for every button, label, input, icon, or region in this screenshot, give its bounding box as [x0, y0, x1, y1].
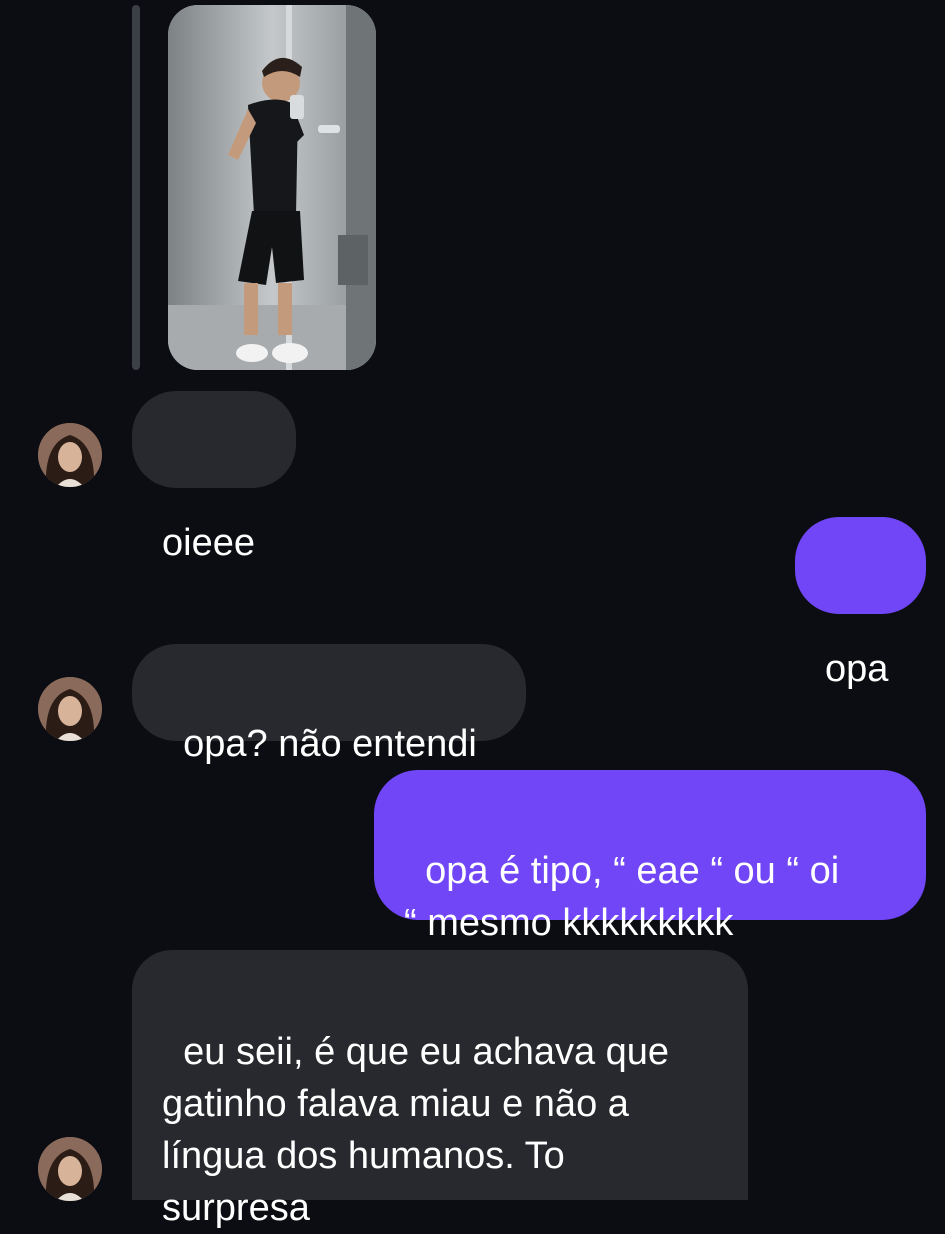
- message-bubble-incoming[interactable]: oieee: [132, 391, 296, 564]
- message-text: eu seii, é que eu achava que gatinho fal…: [162, 1031, 670, 1229]
- message-bubble-incoming[interactable]: opa? não entendi: [132, 644, 526, 765]
- avatar-photo-icon: [38, 677, 102, 741]
- avatar-photo-icon: [38, 423, 102, 487]
- message-bubble-outgoing[interactable]: opa: [795, 517, 926, 690]
- contact-avatar[interactable]: [38, 423, 102, 487]
- message-text: opa: [825, 648, 889, 690]
- story-reply-bar: [132, 5, 140, 370]
- contact-avatar[interactable]: [38, 1137, 102, 1201]
- avatar-photo-icon: [38, 1137, 102, 1201]
- message-text: oieee: [162, 522, 255, 564]
- message-bubble-outgoing[interactable]: opa é tipo, “ eae “ ou “ oi “ mesmo kkkk…: [374, 770, 926, 944]
- story-reply-photo[interactable]: [168, 5, 376, 370]
- message-bubble-incoming[interactable]: eu seii, é que eu achava que gatinho fal…: [132, 950, 748, 1229]
- message-text: opa é tipo, “ eae “ ou “ oi “ mesmo kkkk…: [404, 850, 840, 944]
- contact-avatar[interactable]: [38, 677, 102, 741]
- message-text: opa? não entendi: [183, 723, 477, 765]
- mirror-selfie-image: [168, 5, 376, 370]
